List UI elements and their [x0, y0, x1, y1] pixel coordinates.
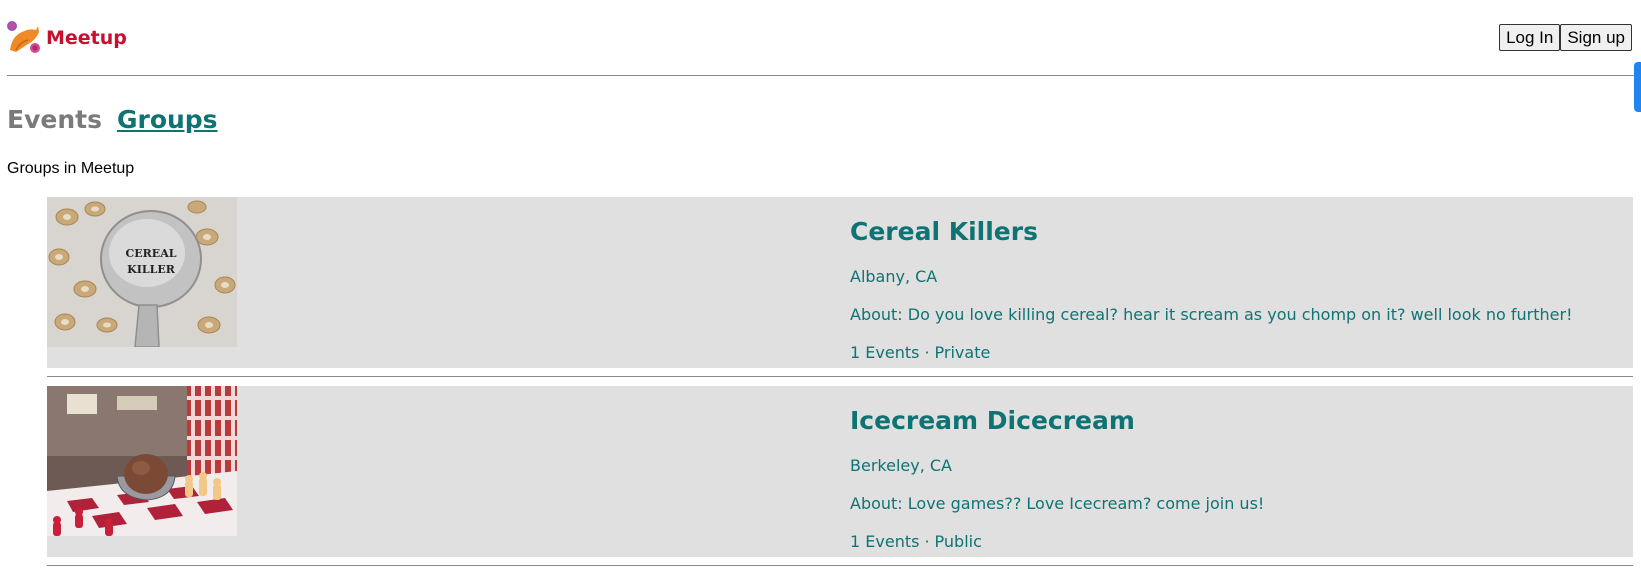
top-header: Meetup Log In Sign up — [0, 0, 1641, 76]
tab-groups[interactable]: Groups — [117, 105, 218, 134]
group-privacy: Public — [934, 532, 982, 551]
group-image: CEREAL KILLER — [47, 197, 237, 347]
logo-link[interactable]: Meetup — [6, 20, 127, 56]
tab-events[interactable]: Events — [7, 105, 102, 134]
group-privacy: Private — [934, 343, 991, 362]
group-card[interactable]: Icecream Dicecream Berkeley, CA About: L… — [47, 386, 1633, 557]
group-title[interactable]: Cereal Killers — [850, 217, 1572, 247]
group-location: Berkeley, CA — [850, 456, 952, 475]
scrollbar-thumb[interactable] — [1634, 62, 1641, 112]
group-card[interactable]: CEREAL KILLER Cereal Killers Albany, CA … — [47, 197, 1633, 368]
group-about: About: Do you love killing cereal? hear … — [850, 305, 1573, 324]
spoon-text-line2: KILLER — [127, 263, 176, 276]
group-about: About: Love games?? Love Icecream? come … — [850, 494, 1265, 513]
group-event-count: 1 Events — [850, 532, 920, 551]
group-info: Icecream Dicecream Berkeley, CA About: L… — [850, 406, 1264, 552]
header-divider — [7, 75, 1641, 76]
group-image — [47, 386, 237, 536]
group-meta: 1 Events · Public — [850, 532, 1264, 552]
group-location: Albany, CA — [850, 267, 938, 286]
page-subtitle: Groups in Meetup — [7, 160, 135, 177]
auth-buttons: Log In Sign up — [1499, 24, 1632, 51]
card-divider — [47, 376, 1633, 377]
spoon-text-line1: CEREAL — [126, 247, 177, 260]
meta-separator: · — [924, 532, 930, 551]
brand-name: Meetup — [46, 27, 127, 49]
login-button[interactable]: Log In — [1499, 24, 1561, 51]
group-event-count: 1 Events — [850, 343, 920, 362]
group-meta: 1 Events · Private — [850, 343, 1572, 363]
group-title[interactable]: Icecream Dicecream — [850, 406, 1264, 436]
cat-logo-icon — [7, 21, 40, 53]
signup-button[interactable]: Sign up — [1560, 24, 1632, 51]
card-divider — [47, 565, 1633, 566]
group-info: Cereal Killers Albany, CA About: Do you … — [850, 217, 1572, 363]
view-tabs: Events Groups — [7, 105, 218, 134]
meta-separator: · — [924, 343, 930, 362]
